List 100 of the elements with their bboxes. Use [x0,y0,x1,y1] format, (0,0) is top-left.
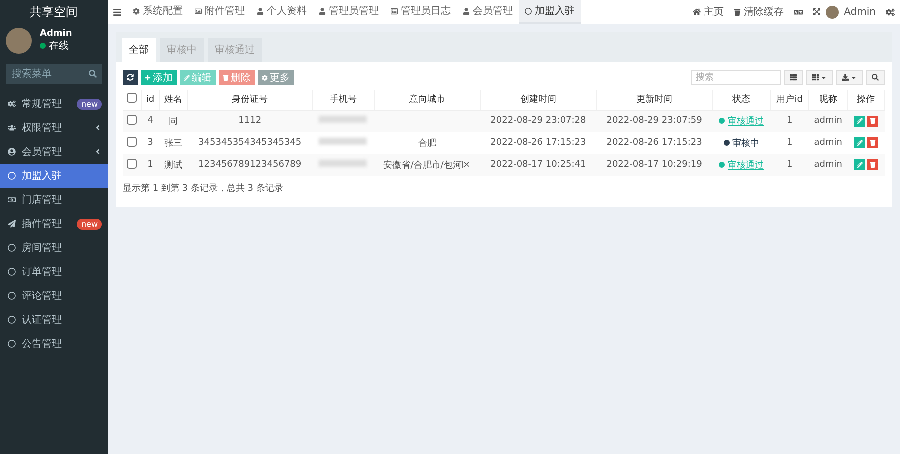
column-header: 更新时间 [596,90,713,110]
home-icon [693,8,702,16]
sidebar-item[interactable]: 加盟入驻 [0,164,108,188]
trash-icon [223,74,229,80]
avatar [826,6,840,18]
sidebar-item[interactable]: 会员管理 [0,140,108,164]
search-icon [872,74,879,81]
table-cell: 安徽省/合肥市/包河区 [374,154,480,176]
table-cell: 3 [142,132,160,154]
app-logo: 共享空间 [29,4,79,20]
blurred-text [319,138,368,145]
table-cell: 2022-08-17 10:25:41 [480,154,596,176]
sidebar-item[interactable]: 常规管理 new [0,92,108,116]
sidebar-item[interactable]: 插件管理 new [0,212,108,236]
column-header: 状态 [712,90,771,110]
paper-plane-icon [8,220,16,228]
sidebar-item[interactable]: 评论管理 [0,284,108,308]
edit-button[interactable] [854,159,866,170]
pencil-icon [184,74,190,80]
column-header: 意向城市 [374,90,480,110]
edit-button[interactable] [854,137,866,148]
filter-tab[interactable]: 全部 [122,38,156,62]
table-cell: 123456789123456789 [188,154,312,176]
status-label: 审核中 [724,136,760,150]
blurred-text [319,160,368,167]
menu-search-field[interactable]: 搜索菜单 [6,64,102,84]
table-cell: 1 [770,154,809,176]
table-cell: 1112 [188,110,312,132]
new-badge: new [77,218,102,230]
column-header: id [142,90,160,110]
table-cell: 2022-08-29 23:07:28 [480,110,596,132]
refresh-icon [127,74,134,81]
blurred-text [319,116,368,124]
table-cell: admin [808,132,848,154]
nav-tab[interactable]: 加盟入驻 [519,0,581,24]
user-icon [257,8,264,14]
table-cell: 1 [770,110,809,132]
delete-button[interactable] [867,137,878,148]
table-cell: 测试 [159,154,188,176]
row-checkbox[interactable] [127,114,138,125]
caret-icon [851,74,857,80]
search-button[interactable] [866,70,885,85]
clear-cache-link[interactable]: 清除缓存 [729,0,790,24]
table-cell: 2022-08-29 23:07:59 [596,110,713,132]
list-icon [790,74,797,81]
table-cell: admin [808,154,848,176]
refresh-button[interactable] [123,70,138,85]
gear-icon [262,74,268,80]
user-status: 在线 [40,39,72,53]
sidebar-item[interactable]: 房间管理 [0,236,108,260]
delete-button[interactable] [867,116,878,126]
select-all-checkbox[interactable] [127,93,138,104]
table-cell: 同 [159,110,188,132]
download-icon [842,74,849,81]
grid-icon [812,74,819,81]
search-icon [89,70,97,78]
table-cell: 合肥 [374,132,480,154]
column-header: 手机号 [312,90,374,110]
list-icon [391,8,398,14]
column-header: 昵称 [808,90,848,110]
gears-icon [8,100,16,108]
table-cell: 2022-08-17 10:29:19 [596,154,713,176]
edit-button[interactable] [854,116,866,126]
row-checkbox[interactable] [127,136,138,146]
column-header: 用户id [770,90,809,110]
columns-button[interactable] [806,70,833,85]
user-name: Admin [40,29,72,39]
gear-icon [133,8,140,14]
toggle-view-button[interactable] [784,70,803,85]
sidebar-item[interactable]: 订单管理 [0,260,108,284]
export-button[interactable] [836,70,863,85]
users-icon [8,124,16,132]
column-header: 身份证号 [188,90,312,110]
table-cell: 1 [142,154,160,176]
user-icon [463,8,470,14]
row-checkbox[interactable] [127,158,138,168]
home-link[interactable]: 主页 [688,0,730,24]
sidebar-item[interactable]: 权限管理 [0,116,108,140]
plus-icon [145,74,151,80]
column-header: 操作 [848,90,884,110]
sidebar-item[interactable]: 门店管理 [0,188,108,212]
user-menu[interactable]: Admin [839,0,881,24]
table-cell: 345345354345345345 [188,132,312,154]
user-icon [319,8,326,14]
caret-icon [821,74,827,80]
delete-button[interactable] [867,159,878,170]
image-icon [195,8,202,14]
search-field[interactable]: 搜索 [691,70,781,85]
table-cell: 张三 [159,132,188,154]
table-cell: admin [808,110,848,132]
column-header: 姓名 [159,90,188,110]
table-cell: 4 [142,110,160,132]
table-cell: 2022-08-26 17:15:23 [480,132,596,154]
pagination-info: 显示第 1 到第 3 条记录，总共 3 条记录 [123,182,284,195]
table-cell: 1 [770,132,809,154]
sidebar-item[interactable]: 公告管理 [0,332,108,356]
trash-icon [734,8,742,16]
new-badge: new [77,98,102,110]
sidebar-item[interactable]: 认证管理 [0,308,108,332]
avatar [6,28,32,54]
